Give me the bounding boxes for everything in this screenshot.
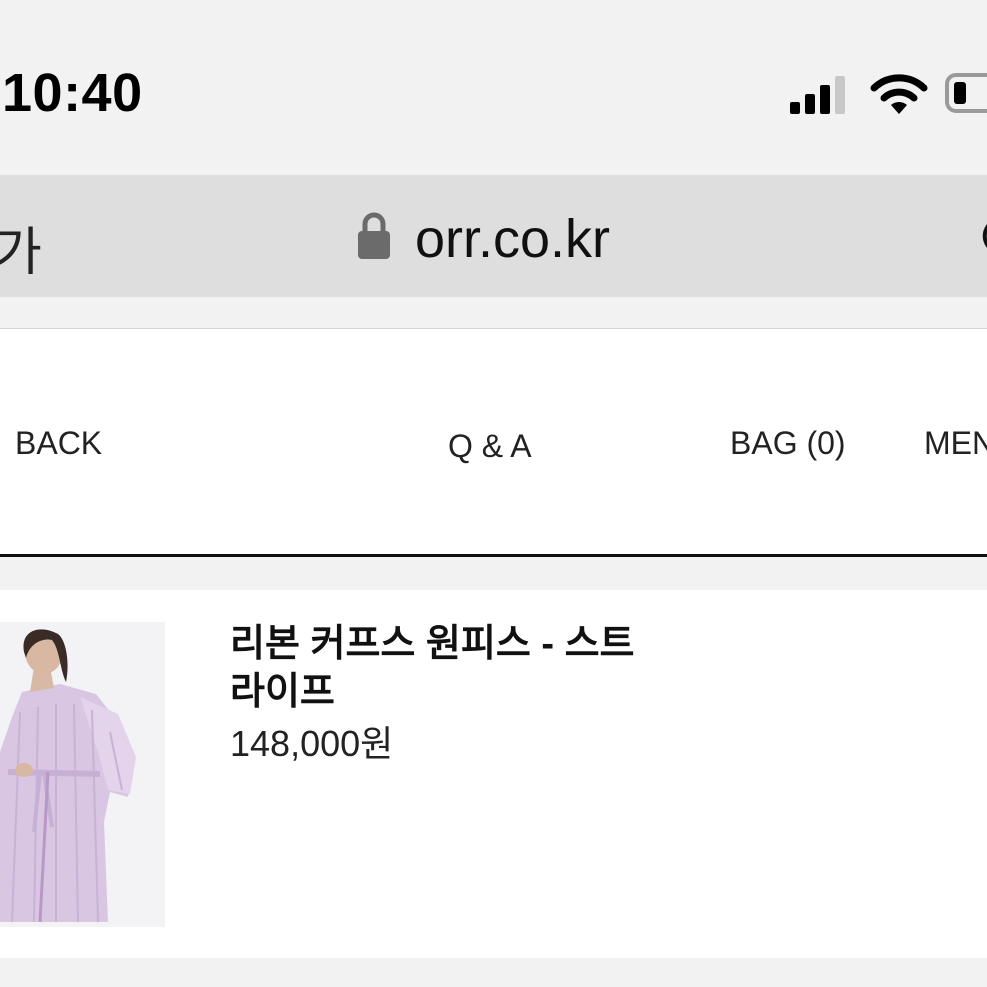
bag-link[interactable]: BAG (0) [730, 425, 846, 462]
reload-icon[interactable] [972, 212, 987, 260]
menu-link[interactable]: MENU [924, 425, 987, 462]
battery-icon [945, 73, 987, 113]
wifi-icon [870, 74, 928, 114]
status-time: 10:40 [2, 63, 143, 123]
cellular-signal-icon [790, 76, 845, 114]
url-domain[interactable]: orr.co.kr [415, 208, 610, 270]
text-size-button[interactable]: 가 [0, 210, 42, 285]
nav-divider [0, 554, 987, 557]
lock-icon [358, 212, 390, 259]
product-image[interactable] [0, 622, 165, 927]
product-price: 148,000원 [230, 723, 394, 764]
product-name[interactable]: 리본 커프스 원피스 - 스트라이프 [230, 620, 650, 716]
back-link[interactable]: BACK [15, 425, 102, 462]
qa-link[interactable]: Q & A [448, 428, 532, 465]
